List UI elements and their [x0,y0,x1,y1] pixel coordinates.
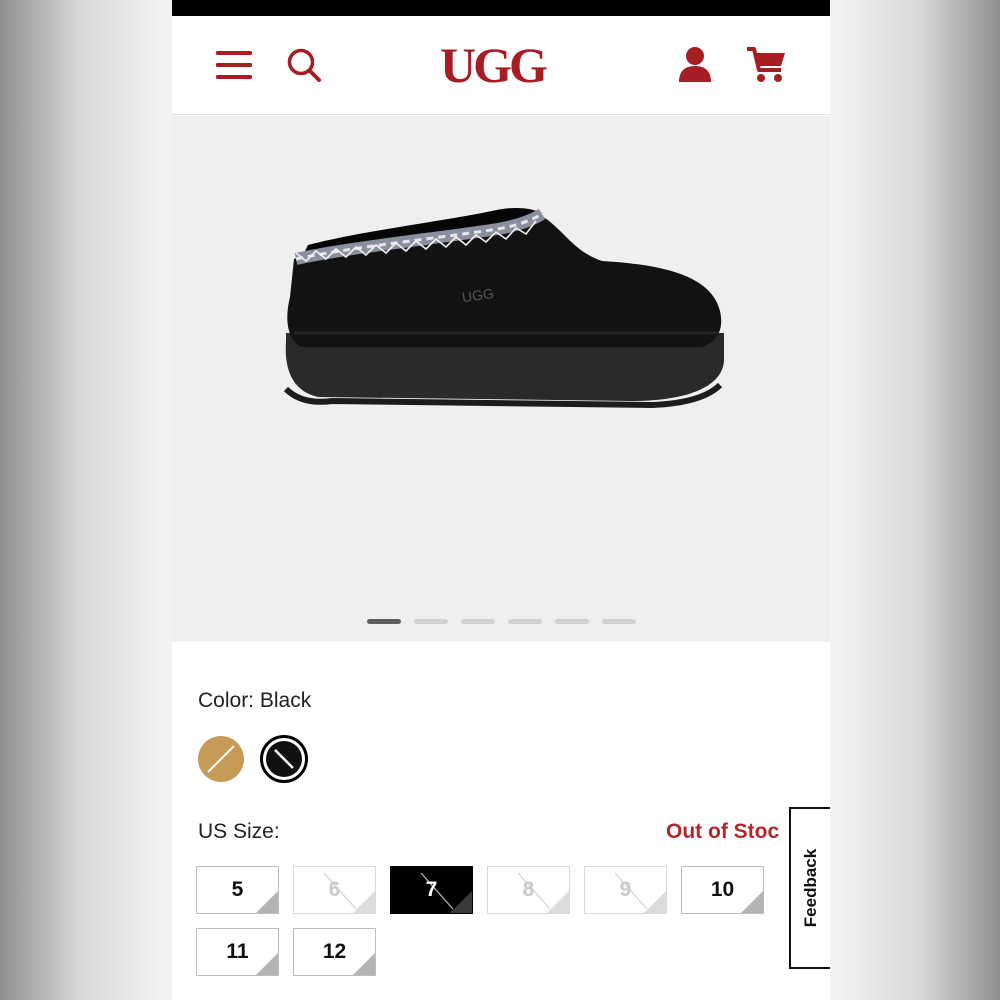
size-value: 11 [226,940,249,963]
phone-screen: UGG UGG Color: Black US Size: Out of Sto… [172,0,830,1000]
size-value: 8 [522,878,535,901]
size-value: 9 [619,878,632,901]
size-button-9[interactable]: 9 [584,866,667,914]
size-value: 12 [322,940,347,963]
size-button-12[interactable]: 12 [293,928,376,976]
feedback-label: Feedback [800,848,820,928]
product-details: Color: Black US Size: Out of Stoc 5 6 7 … [172,642,830,1000]
feedback-tab[interactable]: Feedback [789,807,830,969]
size-value: 6 [328,878,341,901]
gallery-dot[interactable] [602,619,636,624]
size-value: 7 [425,878,438,901]
product-gallery[interactable]: UGG [172,116,830,642]
swatch-chestnut[interactable] [198,736,244,782]
status-bar [172,0,830,16]
size-button-8[interactable]: 8 [487,866,570,914]
product-image[interactable]: UGG [272,201,732,411]
gallery-dot[interactable] [414,619,448,624]
size-label: US Size: [198,820,280,843]
logo-text: UGG [440,37,547,93]
swatch-black[interactable] [260,735,308,783]
size-value: 5 [231,878,244,901]
color-label: Color: Black [198,689,312,712]
site-header: UGG [172,16,830,115]
size-button-11[interactable]: 11 [196,928,279,976]
size-button-5[interactable]: 5 [196,866,279,914]
ugg-logo[interactable]: UGG [438,36,562,96]
size-value: 10 [710,878,735,901]
size-button-7[interactable]: 7 [390,866,473,914]
size-button-6[interactable]: 6 [293,866,376,914]
account-icon[interactable] [678,46,712,82]
gallery-dot[interactable] [555,619,589,624]
gallery-pagination [172,619,830,625]
menu-icon[interactable] [216,49,252,81]
gallery-dot[interactable] [508,619,542,624]
out-of-stock-notice: Out of Stoc [666,820,780,843]
cart-icon[interactable] [747,46,787,84]
search-icon[interactable] [286,47,322,83]
gallery-dot[interactable] [461,619,495,624]
gallery-dot[interactable] [367,619,401,624]
size-button-10[interactable]: 10 [681,866,764,914]
